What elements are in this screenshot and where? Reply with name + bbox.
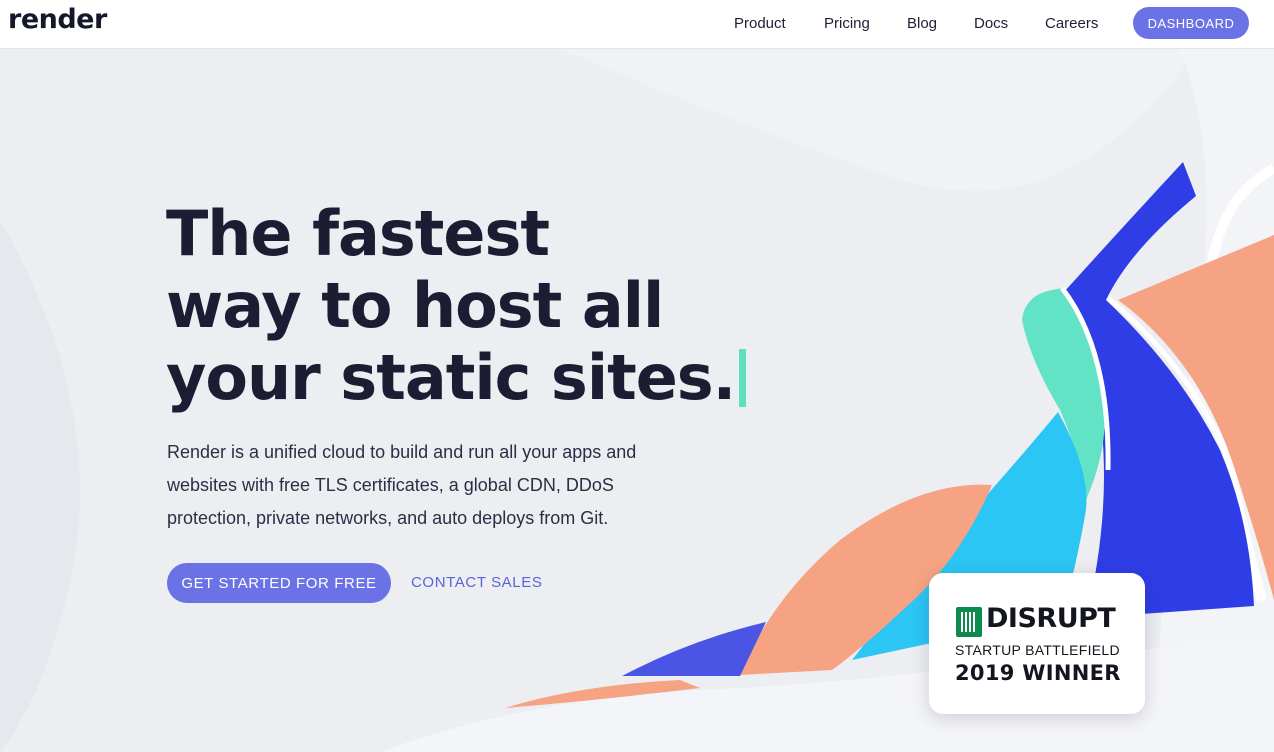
hero-description: Render is a unified cloud to build and r…: [167, 442, 637, 528]
badge-subtitle: STARTUP BATTLEFIELD: [955, 642, 1120, 658]
nav-careers[interactable]: Careers: [1045, 15, 1098, 32]
hero-headline-line-2: way to host all: [166, 269, 664, 342]
badge-title: DISRUPT: [986, 603, 1116, 634]
contact-sales-link[interactable]: CONTACT SALES: [411, 574, 542, 591]
hero-headline: The fastest way to host all your static …: [166, 197, 747, 414]
hero-headline-line-3-wrap: your static sites.: [166, 342, 747, 414]
disrupt-winner-badge: DISRUPT STARTUP BATTLEFIELD 2019 WINNER: [929, 573, 1145, 714]
typing-cursor: [739, 349, 747, 407]
top-nav-bar: render Product Pricing Blog Docs Careers…: [0, 0, 1274, 49]
nav-docs[interactable]: Docs: [974, 15, 1008, 32]
bg-blob-left: [0, 220, 80, 752]
dashboard-button[interactable]: DASHBOARD: [1133, 7, 1249, 39]
hero-headline-line-1: The fastest: [166, 197, 550, 270]
nav-pricing[interactable]: Pricing: [824, 15, 870, 32]
techcrunch-logo-icon: [956, 607, 982, 637]
badge-year: 2019 WINNER: [955, 661, 1121, 685]
get-started-button[interactable]: GET STARTED FOR FREE: [167, 563, 391, 603]
render-logo[interactable]: render: [8, 4, 107, 35]
nav-blog[interactable]: Blog: [907, 15, 937, 32]
hero-headline-line-3: your static sites.: [166, 341, 736, 414]
bg-blob-top: [0, 48, 1190, 191]
nav-product[interactable]: Product: [734, 15, 786, 32]
